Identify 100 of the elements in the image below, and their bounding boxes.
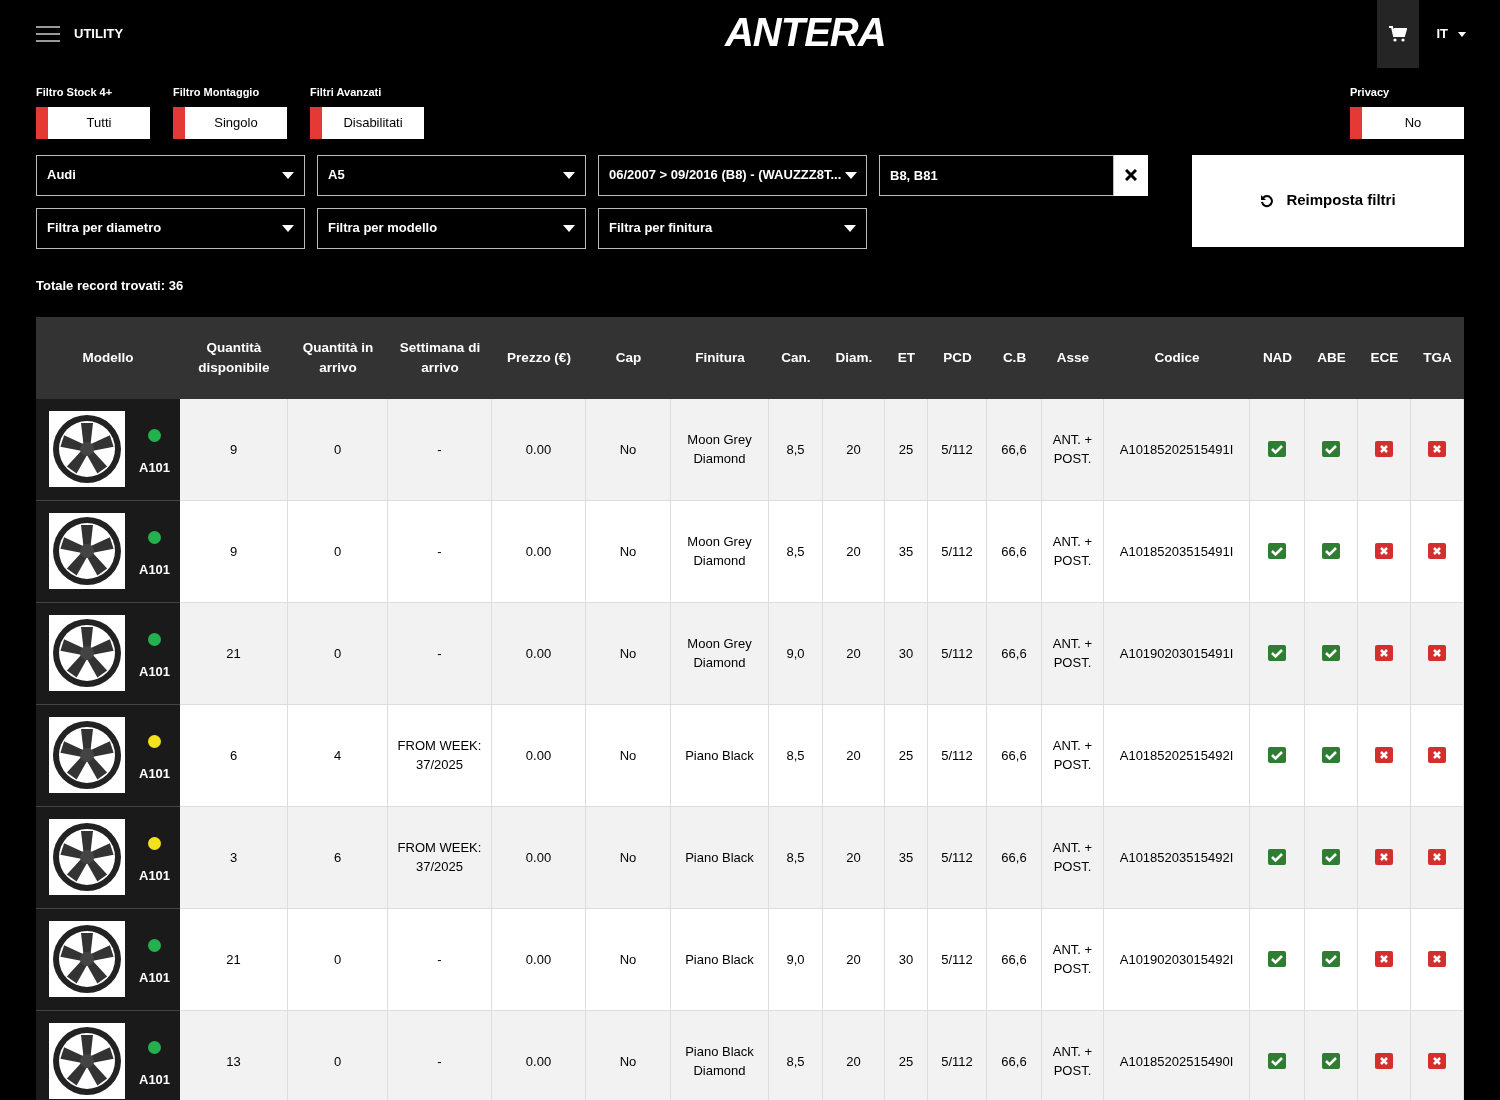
table-cell: ANT. + POST. [1042, 398, 1104, 501]
table-cell: 20 [823, 602, 885, 705]
reset-icon [1260, 193, 1275, 208]
toggle-label: Filtro Montaggio [173, 85, 261, 100]
table-cell: FROM WEEK: 37/2025 [388, 704, 492, 807]
table-cell: No [586, 704, 671, 807]
table-cell: 25 [885, 704, 928, 807]
table-cell: 9,0 [769, 908, 823, 1011]
caret-icon [844, 224, 856, 232]
table-cell: 8,5 [769, 398, 823, 501]
table-cell: 66,6 [987, 704, 1042, 807]
column-header: NAD [1261, 348, 1294, 367]
toggle-button[interactable]: Singolo [173, 106, 287, 139]
table-cell: ANT. + POST. [1042, 602, 1104, 705]
table-cell: 5/112 [928, 704, 987, 807]
table-cell: ANT. + POST. [1042, 806, 1104, 909]
column-header: TGA [1422, 348, 1453, 367]
table-cell: Piano Black [671, 908, 769, 1011]
caret-icon [563, 171, 575, 179]
table-cell: 20 [823, 908, 885, 1011]
table-cell: No [586, 602, 671, 705]
table-cell: 0 [288, 602, 388, 705]
table-cell: 25 [885, 1010, 928, 1100]
column-header: Finitura [694, 348, 746, 367]
table-cell: A10185202515492I [1104, 704, 1250, 807]
table-cell: No [586, 908, 671, 1011]
table-cell: 8,5 [769, 704, 823, 807]
table-cell: No [586, 1010, 671, 1100]
table-cell: 66,6 [987, 1010, 1042, 1100]
logo: ANTERA [724, 12, 886, 52]
toggle-label: Privacy [1350, 85, 1391, 100]
table-cell: 66,6 [987, 806, 1042, 909]
select-dropdown[interactable]: A5 [317, 154, 586, 196]
table-cell: 6 [180, 704, 288, 807]
caret-icon [282, 171, 294, 179]
table-cell: ANT. + POST. [1042, 500, 1104, 603]
toggle-button[interactable]: Tutti [36, 106, 150, 139]
table-cell: - [388, 1010, 492, 1100]
model-name: A101 [139, 662, 171, 681]
table-cell: 6 [288, 806, 388, 909]
table-cell: 20 [823, 500, 885, 603]
table-cell: 5/112 [928, 908, 987, 1011]
table-cell: 5/112 [928, 398, 987, 501]
table-cell: 66,6 [987, 602, 1042, 705]
table-cell: 20 [823, 806, 885, 909]
table-cell: 13 [180, 1010, 288, 1100]
table-cell: 5/112 [928, 602, 987, 705]
menu-icon[interactable] [36, 26, 60, 42]
reset-filters-button[interactable]: Reimposta filtri [1192, 154, 1464, 247]
toggle-button[interactable]: Disabilitati [310, 106, 424, 139]
column-header: Quantità disponibile [197, 338, 271, 377]
select-dropdown[interactable]: 06/2007 > 09/2016 (B8) - (WAUZZZ8T... [598, 154, 867, 196]
table-cell: 30 [885, 908, 928, 1011]
table-cell: 20 [823, 398, 885, 501]
column-header: ET [896, 348, 917, 367]
select-dropdown[interactable]: Filtra per modello [317, 207, 586, 249]
clear-button[interactable] [1114, 154, 1148, 196]
language-dropdown[interactable]: IT [1436, 0, 1466, 68]
cart-button[interactable] [1377, 0, 1420, 68]
table-cell: 9 [180, 398, 288, 501]
search-field[interactable]: B8, B81 [879, 154, 1114, 196]
table-cell: 0.00 [492, 500, 586, 603]
select-dropdown[interactable]: Filtra per diametro [36, 207, 305, 249]
model-name: A101 [139, 968, 171, 987]
toggle-label: Filtri Avanzati [310, 85, 383, 100]
table-cell: 4 [288, 704, 388, 807]
table-cell: Piano Black [671, 806, 769, 909]
column-header: Quantità in arrivo [301, 338, 375, 377]
table-cell: 35 [885, 806, 928, 909]
table-cell: 20 [823, 1010, 885, 1100]
table-cell: - [388, 908, 492, 1011]
select-dropdown[interactable]: Filtra per finitura [598, 207, 867, 249]
table-cell: ANT. + POST. [1042, 908, 1104, 1011]
caret-icon [563, 224, 575, 232]
toggle-label: Filtro Stock 4+ [36, 85, 114, 100]
menu-label[interactable]: UTILITY [74, 24, 124, 44]
column-header: Modello [81, 348, 135, 367]
toggle-button[interactable]: No [1350, 106, 1464, 139]
table-cell: 9 [180, 500, 288, 603]
close-icon [1125, 169, 1137, 181]
table-cell: ANT. + POST. [1042, 704, 1104, 807]
table-cell: FROM WEEK: 37/2025 [388, 806, 492, 909]
column-header: Cap [614, 348, 643, 367]
caret-icon [845, 171, 858, 179]
table-cell: No [586, 806, 671, 909]
table-cell: 66,6 [987, 908, 1042, 1011]
table-cell: Piano Black [671, 704, 769, 807]
table-cell: 9,0 [769, 602, 823, 705]
cart-icon [1389, 26, 1408, 42]
table-cell: No [586, 398, 671, 501]
table-cell: 66,6 [987, 398, 1042, 501]
column-header: Diam. [834, 348, 874, 367]
table-cell: 21 [180, 602, 288, 705]
table-cell: 0 [288, 908, 388, 1011]
select-dropdown[interactable]: Audi [36, 154, 305, 196]
column-header: Asse [1055, 348, 1091, 367]
table-cell: 8,5 [769, 1010, 823, 1100]
table-cell: A10185203515491I [1104, 500, 1250, 603]
table-cell: 5/112 [928, 1010, 987, 1100]
table-cell: Moon Grey Diamond [671, 398, 769, 501]
